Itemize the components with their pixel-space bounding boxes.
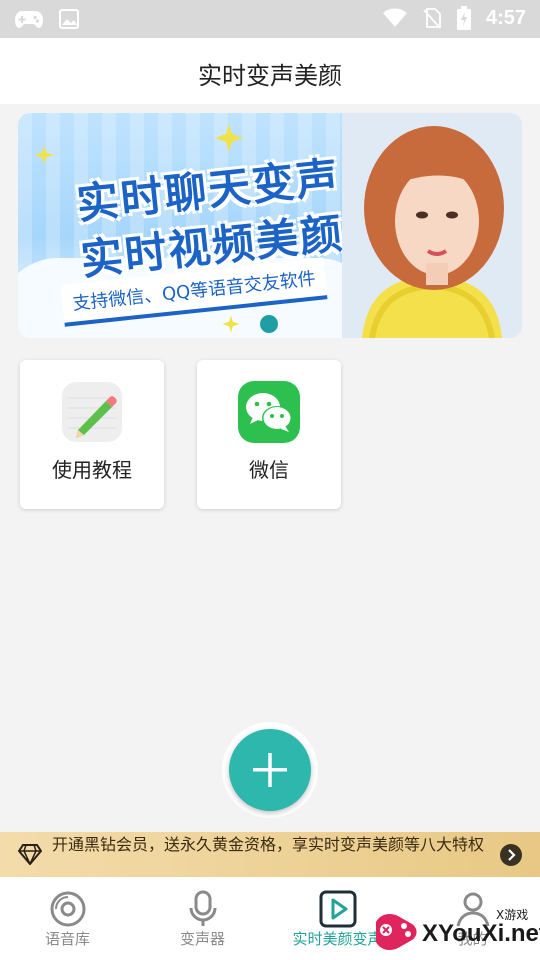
battery-charging-icon xyxy=(456,6,471,30)
card-label: 使用教程 xyxy=(52,458,132,482)
title-bar: 实时变声美颜 xyxy=(0,38,540,104)
diamond-icon xyxy=(18,844,42,865)
wifi-icon xyxy=(382,8,407,27)
plus-icon xyxy=(253,753,287,787)
tab-label: 语音库 xyxy=(44,930,90,948)
disc-icon xyxy=(50,891,85,927)
tab-voice-changer[interactable]: 变声器 xyxy=(135,877,270,960)
banner-model-illustration xyxy=(342,113,522,338)
gamepad-logo-icon xyxy=(376,914,417,950)
gamepad-icon xyxy=(15,11,43,28)
pencil-icon xyxy=(62,382,122,442)
wechat-card[interactable]: 微信 xyxy=(197,360,341,509)
wechat-icon xyxy=(238,381,300,443)
chevron-right-icon[interactable] xyxy=(500,844,522,866)
no-sim-icon xyxy=(423,8,441,29)
tab-label: 变声器 xyxy=(179,930,225,948)
site-watermark: X游戏 XYouXi.net xyxy=(368,898,540,960)
page-title: 实时变声美颜 xyxy=(198,62,342,90)
card-label: 微信 xyxy=(249,458,289,482)
tutorial-card[interactable]: 使用教程 xyxy=(20,360,164,509)
add-button[interactable] xyxy=(222,722,318,818)
image-icon xyxy=(59,9,79,29)
carousel-indicator[interactable] xyxy=(260,315,278,333)
star-icon xyxy=(34,145,54,165)
tab-voice-library[interactable]: 语音库 xyxy=(0,877,135,960)
status-time: 4:57 xyxy=(485,6,526,29)
play-icon xyxy=(319,890,356,928)
microphone-icon xyxy=(189,890,216,926)
watermark-text: XYouXi.net xyxy=(422,920,540,947)
star-icon xyxy=(215,124,243,152)
vip-promo-bar[interactable]: 开通黑钻会员，送永久黄金资格，享实时变声美颜等八大特权 xyxy=(0,832,540,877)
add-button-circle xyxy=(229,729,311,811)
star-icon xyxy=(222,315,240,333)
vip-promo-text: 开通黑钻会员，送永久黄金资格，享实时变声美颜等八大特权 xyxy=(52,835,485,854)
status-bar: 4:57 xyxy=(0,0,540,38)
promo-banner[interactable]: 实时聊天变声 实时视频美颜 支持微信、QQ等语音交友软件 xyxy=(18,113,522,338)
